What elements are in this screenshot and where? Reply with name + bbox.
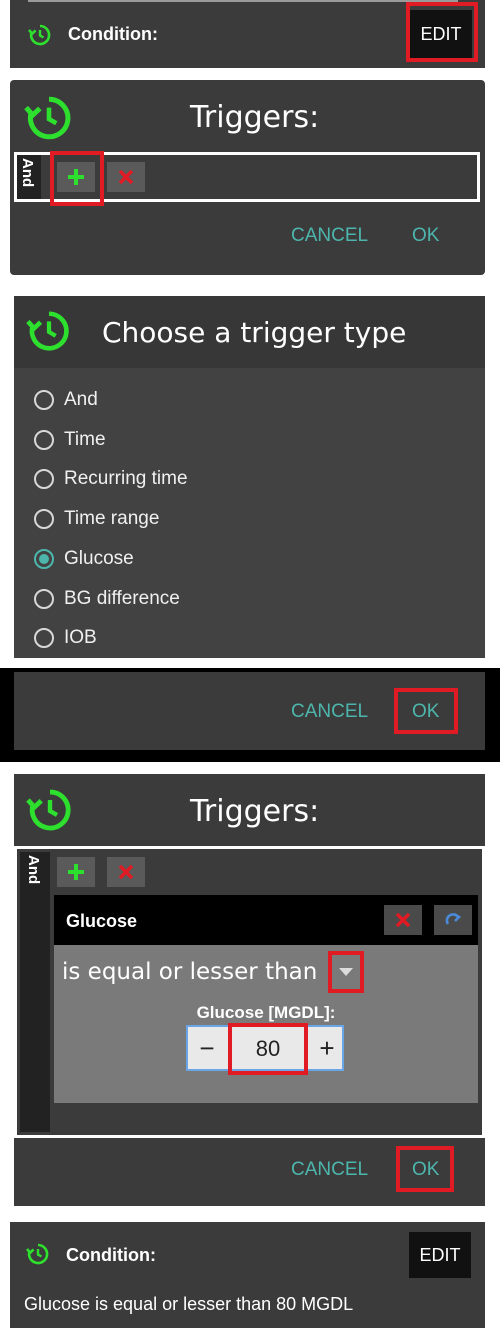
glucose-header: Glucose bbox=[66, 911, 138, 931]
and-label-strip: And bbox=[17, 155, 41, 199]
trigger-type-label: Recurring time bbox=[64, 468, 188, 489]
highlight-add bbox=[50, 151, 104, 206]
trigger-type-option[interactable]: Time bbox=[34, 425, 106, 455]
plus-icon bbox=[68, 864, 84, 880]
trigger-type-label: Glucose bbox=[64, 548, 134, 569]
cancel-button[interactable]: CANCEL bbox=[291, 701, 368, 723]
trigger-type-option[interactable]: And bbox=[34, 385, 98, 415]
dialog-title: Triggers: bbox=[190, 100, 320, 135]
x-icon bbox=[118, 864, 134, 880]
dialog-header: Choose a trigger type bbox=[14, 296, 485, 368]
edit-button[interactable]: EDIT bbox=[409, 1232, 471, 1278]
history-icon bbox=[26, 311, 69, 351]
dialog-title: Triggers: bbox=[190, 794, 320, 829]
trigger-type-option[interactable]: Glucose bbox=[34, 544, 134, 574]
radio-unselected[interactable] bbox=[34, 469, 54, 489]
radio-unselected[interactable] bbox=[34, 390, 54, 410]
trigger-type-option[interactable]: BG difference bbox=[34, 584, 180, 614]
trigger-type-option[interactable]: Recurring time bbox=[34, 464, 188, 494]
highlight-edit bbox=[406, 2, 478, 62]
highlight-ok bbox=[396, 1146, 454, 1192]
glucose-header-bar: Glucose bbox=[54, 895, 478, 945]
divider-line bbox=[28, 0, 458, 2]
trigger-type-label: And bbox=[64, 389, 98, 410]
trigger-and-group: And Glucose is equal or lesser than Gluc… bbox=[14, 846, 485, 1138]
edit-button-label: EDIT bbox=[419, 1244, 461, 1265]
x-icon bbox=[118, 169, 134, 185]
increment-button[interactable]: + bbox=[314, 1033, 340, 1063]
condition-label: Condition: bbox=[68, 24, 158, 44]
glucose-trigger-card: Glucose is equal or lesser than Glucose … bbox=[54, 895, 478, 1103]
trigger-type-option[interactable]: IOB bbox=[34, 623, 97, 653]
history-icon bbox=[26, 1243, 49, 1265]
dialog-title: Choose a trigger type bbox=[102, 316, 407, 349]
radio-unselected[interactable] bbox=[34, 509, 54, 529]
x-icon bbox=[395, 912, 411, 928]
remove-trigger-button[interactable] bbox=[107, 857, 145, 887]
condition-label: Condition: bbox=[66, 1245, 156, 1265]
trigger-type-label: Time range bbox=[64, 508, 160, 529]
trigger-type-label: IOB bbox=[64, 627, 97, 648]
comparator-select[interactable]: is equal or lesser than bbox=[54, 945, 478, 997]
refresh-icon bbox=[445, 912, 462, 925]
highlight-value bbox=[228, 1023, 308, 1075]
radio-unselected[interactable] bbox=[34, 430, 54, 450]
glucose-field-label: Glucose [MGDL]: bbox=[196, 1003, 336, 1022]
highlight-ok bbox=[394, 688, 458, 734]
highlight-dropdown bbox=[328, 951, 364, 993]
history-icon bbox=[24, 96, 71, 140]
trigger-type-option[interactable]: Time range bbox=[34, 504, 159, 534]
radio-selected[interactable] bbox=[34, 549, 54, 569]
condition-summary: Glucose is equal or lesser than 80 MGDL bbox=[24, 1294, 354, 1314]
add-trigger-button[interactable] bbox=[57, 857, 95, 887]
radio-unselected[interactable] bbox=[34, 628, 54, 648]
refresh-trigger-button[interactable] bbox=[434, 905, 472, 935]
ok-button[interactable]: OK bbox=[412, 225, 439, 247]
radio-unselected[interactable] bbox=[34, 589, 54, 609]
comparator-value: is equal or lesser than bbox=[62, 959, 318, 985]
triggers-dialog: Triggers: And CANCEL OK bbox=[10, 80, 485, 275]
trigger-type-actions: CANCEL OK bbox=[14, 672, 485, 750]
and-label: And bbox=[19, 158, 36, 188]
history-icon bbox=[26, 789, 71, 831]
history-icon bbox=[28, 24, 51, 46]
condition-panel-top: Condition: EDIT bbox=[10, 0, 485, 68]
trigger-and-group: And bbox=[14, 151, 480, 206]
decrement-button[interactable]: − bbox=[194, 1033, 220, 1063]
cancel-button[interactable]: CANCEL bbox=[291, 1159, 368, 1181]
cancel-button[interactable]: CANCEL bbox=[291, 225, 368, 247]
trigger-type-label: BG difference bbox=[64, 588, 180, 609]
glucose-stepper[interactable]: − 80 + bbox=[186, 1023, 344, 1075]
and-label-strip: And bbox=[20, 852, 50, 1132]
trigger-type-label: Time bbox=[64, 429, 106, 450]
condition-panel-bottom: Condition: EDIT Glucose is equal or less… bbox=[10, 1222, 485, 1328]
delete-trigger-button[interactable] bbox=[384, 905, 422, 935]
triggers-dialog-glucose: Triggers: And Glucose is equal or lesser… bbox=[14, 774, 485, 1206]
and-label: And bbox=[25, 855, 42, 885]
remove-trigger-button[interactable] bbox=[107, 162, 145, 192]
